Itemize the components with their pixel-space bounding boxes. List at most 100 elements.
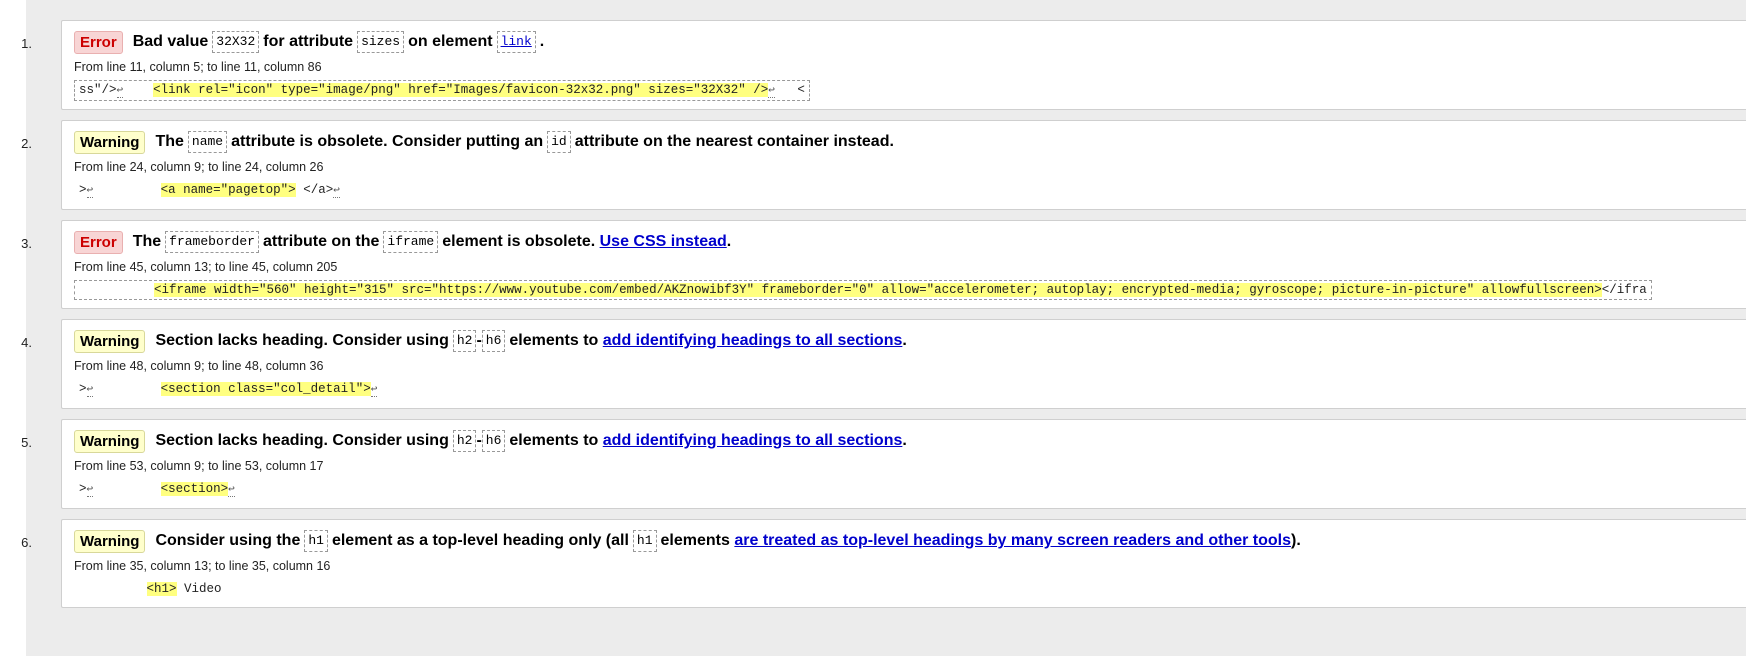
code-attribute: sizes bbox=[357, 31, 405, 53]
return-icon: ↩ bbox=[228, 484, 235, 497]
error-badge: Error bbox=[74, 230, 123, 254]
code-element: h2 bbox=[452, 330, 477, 352]
code-attribute: name bbox=[187, 131, 228, 153]
message-text-part: ). bbox=[1291, 532, 1301, 549]
message-text: Warning Section lacks heading. Consider … bbox=[74, 329, 1734, 353]
message-text-part: for attribute bbox=[263, 33, 354, 50]
return-icon: ↩ bbox=[116, 85, 124, 98]
code-extract: >↩ <section class="col_detail">↩ bbox=[74, 379, 382, 400]
message-text-part: Section lacks heading. Consider using bbox=[155, 332, 449, 349]
message-text-part: elements to bbox=[509, 332, 599, 349]
return-icon: ↩ bbox=[333, 185, 340, 198]
code-extract: <h1> Video bbox=[74, 579, 227, 599]
location-text: From line 35, column 13; to line 35, col… bbox=[74, 559, 331, 573]
message-text-part: elements bbox=[660, 532, 730, 549]
message-card: Warning Section lacks heading. Consider … bbox=[61, 419, 1746, 509]
extract-before: ss"/> bbox=[79, 83, 117, 97]
message-item-5: 5. Warning Section lacks heading. Consid… bbox=[21, 419, 1746, 509]
code-extract: >↩ <a name="pagetop"> </a>↩ bbox=[74, 180, 345, 201]
extract-highlight: <h1> bbox=[146, 582, 177, 596]
message-text: Warning Section lacks heading. Consider … bbox=[74, 429, 1734, 453]
message-card: Warning Section lacks heading. Consider … bbox=[61, 319, 1746, 409]
message-text-part: attribute on the bbox=[262, 233, 380, 250]
message-text-part: . bbox=[539, 33, 545, 50]
return-icon: ↩ bbox=[86, 185, 94, 198]
message-number: 5. bbox=[21, 435, 32, 450]
return-icon: ↩ bbox=[768, 85, 775, 98]
message-item-6: 6. Warning Consider using the h1 element… bbox=[21, 519, 1746, 608]
location-text: From line 11, column 5; to line 11, colu… bbox=[74, 60, 322, 74]
warning-badge: Warning bbox=[74, 130, 146, 154]
code-attribute: frameborder bbox=[165, 231, 259, 253]
extract-after: < bbox=[797, 83, 805, 97]
code-element: h1 bbox=[632, 530, 657, 552]
message-number: 3. bbox=[21, 236, 32, 251]
return-icon: ↩ bbox=[86, 484, 94, 497]
extract-highlight: <link rel="icon" type="image/png" href="… bbox=[153, 83, 769, 97]
message-item-4: 4. Warning Section lacks heading. Consid… bbox=[21, 319, 1746, 409]
headings-link[interactable]: add identifying headings to all sections bbox=[603, 429, 903, 453]
return-icon: ↩ bbox=[370, 384, 378, 397]
message-text-part: element as a top-level heading only (all bbox=[331, 532, 629, 549]
message-number: 2. bbox=[21, 136, 32, 151]
error-badge: Error bbox=[74, 30, 123, 54]
headings-link[interactable]: add identifying headings to all sections bbox=[603, 329, 903, 353]
message-text-part: Section lacks heading. Consider using bbox=[155, 432, 449, 449]
message-number: 1. bbox=[21, 36, 32, 51]
message-card: Warning The name attribute is obsolete. … bbox=[61, 120, 1746, 210]
extract-after: </a> bbox=[295, 183, 334, 197]
message-text-part: . bbox=[902, 432, 907, 449]
message-text-part: The bbox=[155, 133, 184, 150]
code-element: link bbox=[496, 31, 536, 53]
return-icon: ↩ bbox=[86, 384, 94, 397]
message-text-part: Consider using the bbox=[155, 532, 301, 549]
code-extract: ss"/>↩ <link rel="icon" type="image/png"… bbox=[74, 80, 810, 101]
extract-highlight: <iframe width="560" height="315" src="ht… bbox=[154, 283, 1602, 297]
message-number: 6. bbox=[21, 535, 32, 550]
message-text-part: . bbox=[726, 233, 732, 250]
code-extract: >↩ <section>↩ bbox=[74, 479, 240, 500]
screen-readers-link[interactable]: are treated as top-level headings by man… bbox=[734, 529, 1291, 553]
extract-after: Video bbox=[176, 582, 222, 596]
extract-highlight: <a name="pagetop"> bbox=[160, 183, 296, 197]
message-text-part: The bbox=[132, 233, 162, 250]
message-text: Warning Consider using the h1 element as… bbox=[74, 529, 1734, 553]
warning-badge: Warning bbox=[74, 529, 146, 553]
extract-highlight: <section class="col_detail"> bbox=[160, 382, 371, 396]
code-element: h1 bbox=[304, 530, 328, 552]
location-text: From line 53, column 9; to line 53, colu… bbox=[74, 459, 324, 473]
message-text-part: on element bbox=[408, 33, 493, 50]
message-item-1: 1. Error Bad value 32X32 for attribute s… bbox=[21, 20, 1746, 110]
message-text-part: attribute is obsolete. Consider putting … bbox=[231, 133, 544, 150]
code-element: iframe bbox=[383, 231, 439, 253]
message-card: Error The frameborder attribute on the i… bbox=[61, 220, 1746, 309]
location-text: From line 48, column 9; to line 48, colu… bbox=[74, 359, 324, 373]
message-text-part: attribute on the nearest container inste… bbox=[574, 133, 894, 150]
extract-highlight: <section> bbox=[160, 482, 229, 496]
code-element: h2 bbox=[452, 430, 477, 452]
use-css-link[interactable]: Use CSS instead bbox=[600, 230, 727, 254]
location-text: From line 24, column 9; to line 24, colu… bbox=[74, 160, 324, 174]
validator-results-panel: 1. Error Bad value 32X32 for attribute s… bbox=[21, 0, 1746, 656]
element-link[interactable]: link bbox=[501, 34, 532, 49]
extract-before: > bbox=[79, 183, 87, 197]
code-attribute: id bbox=[547, 131, 571, 153]
message-text: Error The frameborder attribute on the i… bbox=[74, 230, 1734, 254]
message-card: Error Bad value 32X32 for attribute size… bbox=[61, 20, 1746, 110]
warning-badge: Warning bbox=[74, 429, 146, 453]
extract-before: > bbox=[79, 482, 87, 496]
message-text: Error Bad value 32X32 for attribute size… bbox=[74, 30, 1734, 54]
warning-badge: Warning bbox=[74, 329, 146, 353]
extract-before: > bbox=[79, 382, 87, 396]
code-element: h6 bbox=[481, 430, 506, 452]
message-item-3: 3. Error The frameborder attribute on th… bbox=[21, 220, 1746, 309]
extract-after: </ifra bbox=[1601, 283, 1647, 297]
message-item-2: 2. Warning The name attribute is obsolet… bbox=[21, 120, 1746, 210]
message-number: 4. bbox=[21, 335, 32, 350]
code-value: 32X32 bbox=[212, 31, 260, 53]
location-text: From line 45, column 13; to line 45, col… bbox=[74, 260, 338, 274]
message-list: 1. Error Bad value 32X32 for attribute s… bbox=[21, 20, 1746, 618]
message-text-part: elements to bbox=[509, 432, 599, 449]
message-text-part: . bbox=[902, 332, 907, 349]
message-text: Warning The name attribute is obsolete. … bbox=[74, 130, 1734, 154]
